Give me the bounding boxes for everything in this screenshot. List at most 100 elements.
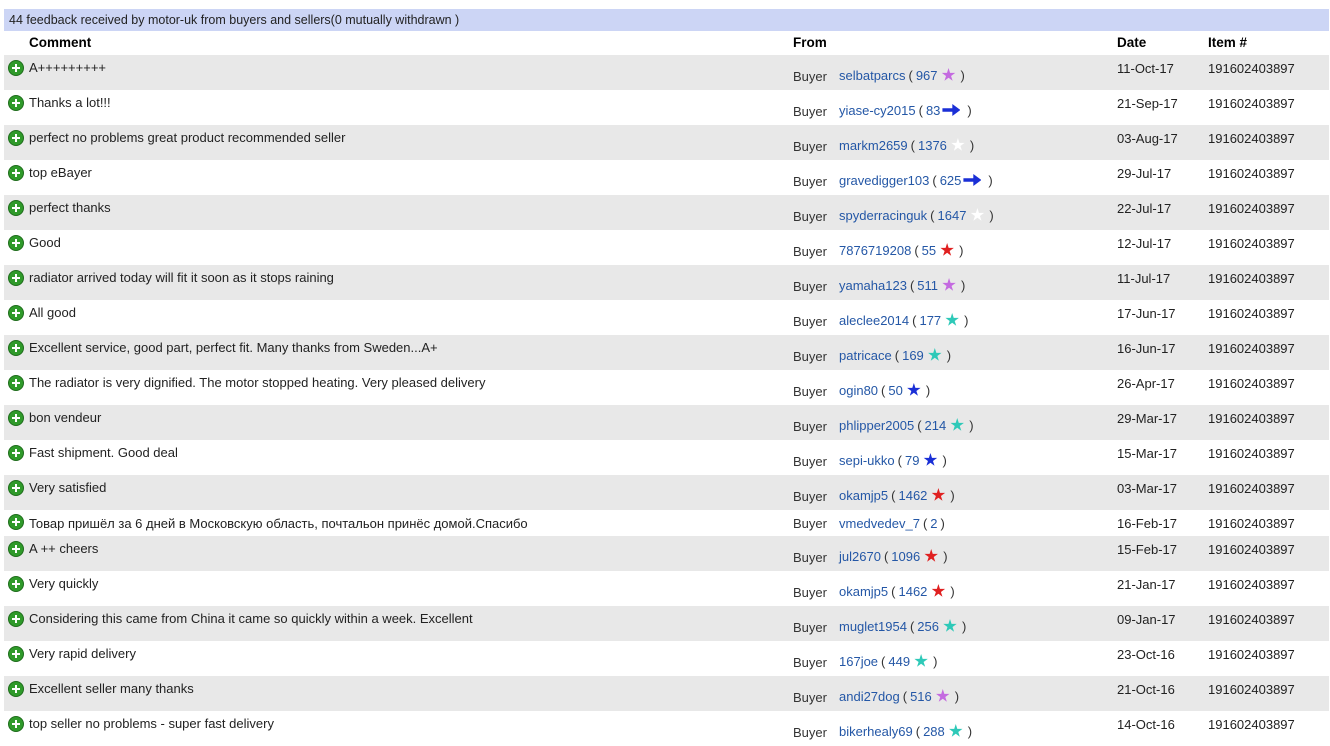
user-link[interactable]: phlipper2005 bbox=[839, 418, 914, 433]
feedback-score-link[interactable]: 50 bbox=[888, 383, 902, 398]
user-link[interactable]: vmedvedev_7 bbox=[839, 516, 920, 531]
feedback-score-link[interactable]: 1462 bbox=[898, 584, 927, 599]
user-link[interactable]: yamaha123 bbox=[839, 278, 907, 293]
feedback-row: Very rapid delivery Buyer 167joe(449) 23-Oc… bbox=[4, 641, 1329, 676]
feedback-role: Buyer bbox=[793, 454, 827, 469]
feedback-comment: Very quickly bbox=[29, 576, 99, 591]
score-open-paren: ( bbox=[902, 688, 908, 704]
user-link[interactable]: spyderracinguk bbox=[839, 208, 927, 223]
blue-star-icon[interactable] bbox=[907, 383, 921, 396]
feedback-row: radiator arrived today will fit it soon … bbox=[4, 265, 1329, 300]
feedback-role: Buyer bbox=[793, 209, 827, 224]
score-close-paren: ) bbox=[961, 277, 966, 293]
item-number: 191602403897 bbox=[1208, 131, 1295, 146]
feedback-row: Very quickly Buyer okamjp5(1462) 21-Jan-17 1… bbox=[4, 571, 1329, 606]
user-link[interactable]: gravedigger103 bbox=[839, 173, 929, 188]
feedback-user: yamaha123(511) bbox=[839, 275, 968, 295]
user-link[interactable]: andi27dog bbox=[839, 689, 900, 704]
feedback-score-link[interactable]: 288 bbox=[923, 724, 945, 739]
user-link[interactable]: patricace bbox=[839, 348, 892, 363]
user-link[interactable]: ogin80 bbox=[839, 383, 878, 398]
score-open-paren: ( bbox=[910, 137, 915, 153]
feedback-score-link[interactable]: 83 bbox=[926, 103, 940, 118]
item-number: 191602403897 bbox=[1208, 717, 1295, 732]
score-close-paren: ) bbox=[940, 515, 945, 531]
feedback-date: 09-Jan-17 bbox=[1117, 612, 1176, 627]
user-link[interactable]: aleclee2014 bbox=[839, 313, 909, 328]
feedback-score-link[interactable]: 1462 bbox=[898, 488, 927, 503]
feedback-score-link[interactable]: 214 bbox=[925, 418, 947, 433]
score-close-paren: ) bbox=[954, 688, 960, 704]
red-star-icon[interactable] bbox=[940, 243, 954, 256]
blue-star-icon[interactable] bbox=[923, 453, 938, 466]
turquoise-star-icon[interactable] bbox=[928, 348, 942, 361]
score-close-paren: ) bbox=[943, 548, 948, 564]
user-link[interactable]: yiase-cy2015 bbox=[839, 103, 916, 118]
feedback-role: Buyer bbox=[793, 489, 827, 504]
feedback-score-link[interactable]: 55 bbox=[922, 243, 936, 258]
feedback-score-link[interactable]: 169 bbox=[902, 348, 924, 363]
white-star-icon[interactable] bbox=[970, 208, 985, 221]
feedback-score-link[interactable]: 1376 bbox=[918, 138, 947, 153]
user-link[interactable]: jul2670 bbox=[839, 549, 881, 564]
feedback-role: Buyer bbox=[793, 620, 827, 635]
positive-feedback-icon bbox=[8, 200, 24, 216]
positive-feedback-icon bbox=[8, 576, 24, 592]
feedback-date: 21-Jan-17 bbox=[1117, 577, 1176, 592]
user-link[interactable]: muglet1954 bbox=[839, 619, 907, 634]
feedback-score-link[interactable]: 511 bbox=[917, 278, 938, 293]
purple-star-icon[interactable] bbox=[942, 278, 956, 291]
user-link[interactable]: bikerhealy69 bbox=[839, 724, 913, 739]
feedback-score-link[interactable]: 449 bbox=[888, 654, 910, 669]
user-link[interactable]: sepi-ukko bbox=[839, 453, 895, 468]
purple-star-icon[interactable] bbox=[936, 689, 950, 702]
feedback-score-link[interactable]: 1647 bbox=[938, 208, 967, 223]
item-number: 191602403897 bbox=[1208, 411, 1295, 426]
user-link[interactable]: 167joe bbox=[839, 654, 878, 669]
score-close-paren: ) bbox=[925, 382, 931, 398]
feedback-score-link[interactable]: 516 bbox=[910, 689, 932, 704]
user-link[interactable]: okamjp5 bbox=[839, 488, 888, 503]
feedback-date: 22-Jul-17 bbox=[1117, 201, 1172, 216]
score-close-paren: ) bbox=[950, 487, 955, 503]
feedback-score-link[interactable]: 1096 bbox=[891, 549, 920, 564]
red-star-icon[interactable] bbox=[924, 549, 938, 562]
feedback-score-link[interactable]: 967 bbox=[916, 68, 938, 83]
feedback-date: 21-Sep-17 bbox=[1117, 96, 1178, 111]
turquoise-star-icon[interactable] bbox=[943, 619, 957, 632]
feedback-score-link[interactable]: 2 bbox=[930, 516, 937, 531]
positive-feedback-icon bbox=[8, 235, 24, 251]
feedback-comment: Fast shipment. Good deal bbox=[29, 445, 178, 460]
purple-star-icon[interactable] bbox=[941, 68, 956, 81]
feedback-summary-banner: 44 feedback received by motor-uk from bu… bbox=[4, 9, 1329, 31]
feedback-score-link[interactable]: 625 bbox=[940, 173, 962, 188]
score-open-paren: ( bbox=[891, 487, 896, 503]
feedback-score-link[interactable]: 177 bbox=[919, 313, 941, 328]
feedback-date: 03-Mar-17 bbox=[1117, 481, 1177, 496]
user-link[interactable]: okamjp5 bbox=[839, 584, 888, 599]
red-star-icon[interactable] bbox=[931, 584, 946, 597]
feedback-role: Buyer bbox=[793, 314, 827, 329]
turquoise-star-icon[interactable] bbox=[914, 654, 928, 667]
feedback-role: Buyer bbox=[793, 655, 827, 670]
feedback-row: Excellent service, good part, perfect fi… bbox=[4, 335, 1329, 370]
user-link[interactable]: markm2659 bbox=[839, 138, 908, 153]
red-star-icon[interactable] bbox=[931, 488, 946, 501]
feedback-comment: perfect thanks bbox=[29, 200, 111, 215]
item-number: 191602403897 bbox=[1208, 577, 1295, 592]
feedback-score-link[interactable]: 79 bbox=[905, 453, 919, 468]
user-link[interactable]: 7876719208 bbox=[839, 243, 911, 258]
turquoise-star-icon[interactable] bbox=[950, 418, 964, 431]
score-open-paren: ( bbox=[918, 102, 923, 118]
feedback-date: 29-Mar-17 bbox=[1117, 411, 1177, 426]
turquoise-star-icon[interactable] bbox=[949, 724, 963, 737]
white-star-icon[interactable] bbox=[951, 138, 965, 151]
turquoise-star-icon[interactable] bbox=[945, 313, 959, 326]
feedback-score-link[interactable]: 256 bbox=[917, 619, 939, 634]
item-number: 191602403897 bbox=[1208, 481, 1295, 496]
comment-column-header: Comment bbox=[29, 35, 92, 50]
feedback-date: 16-Feb-17 bbox=[1117, 516, 1177, 531]
feedback-comment: Товар пришёл за 6 дней в Московскую обла… bbox=[29, 516, 528, 531]
user-link[interactable]: selbatparcs bbox=[839, 68, 905, 83]
score-close-paren: ) bbox=[969, 417, 974, 433]
